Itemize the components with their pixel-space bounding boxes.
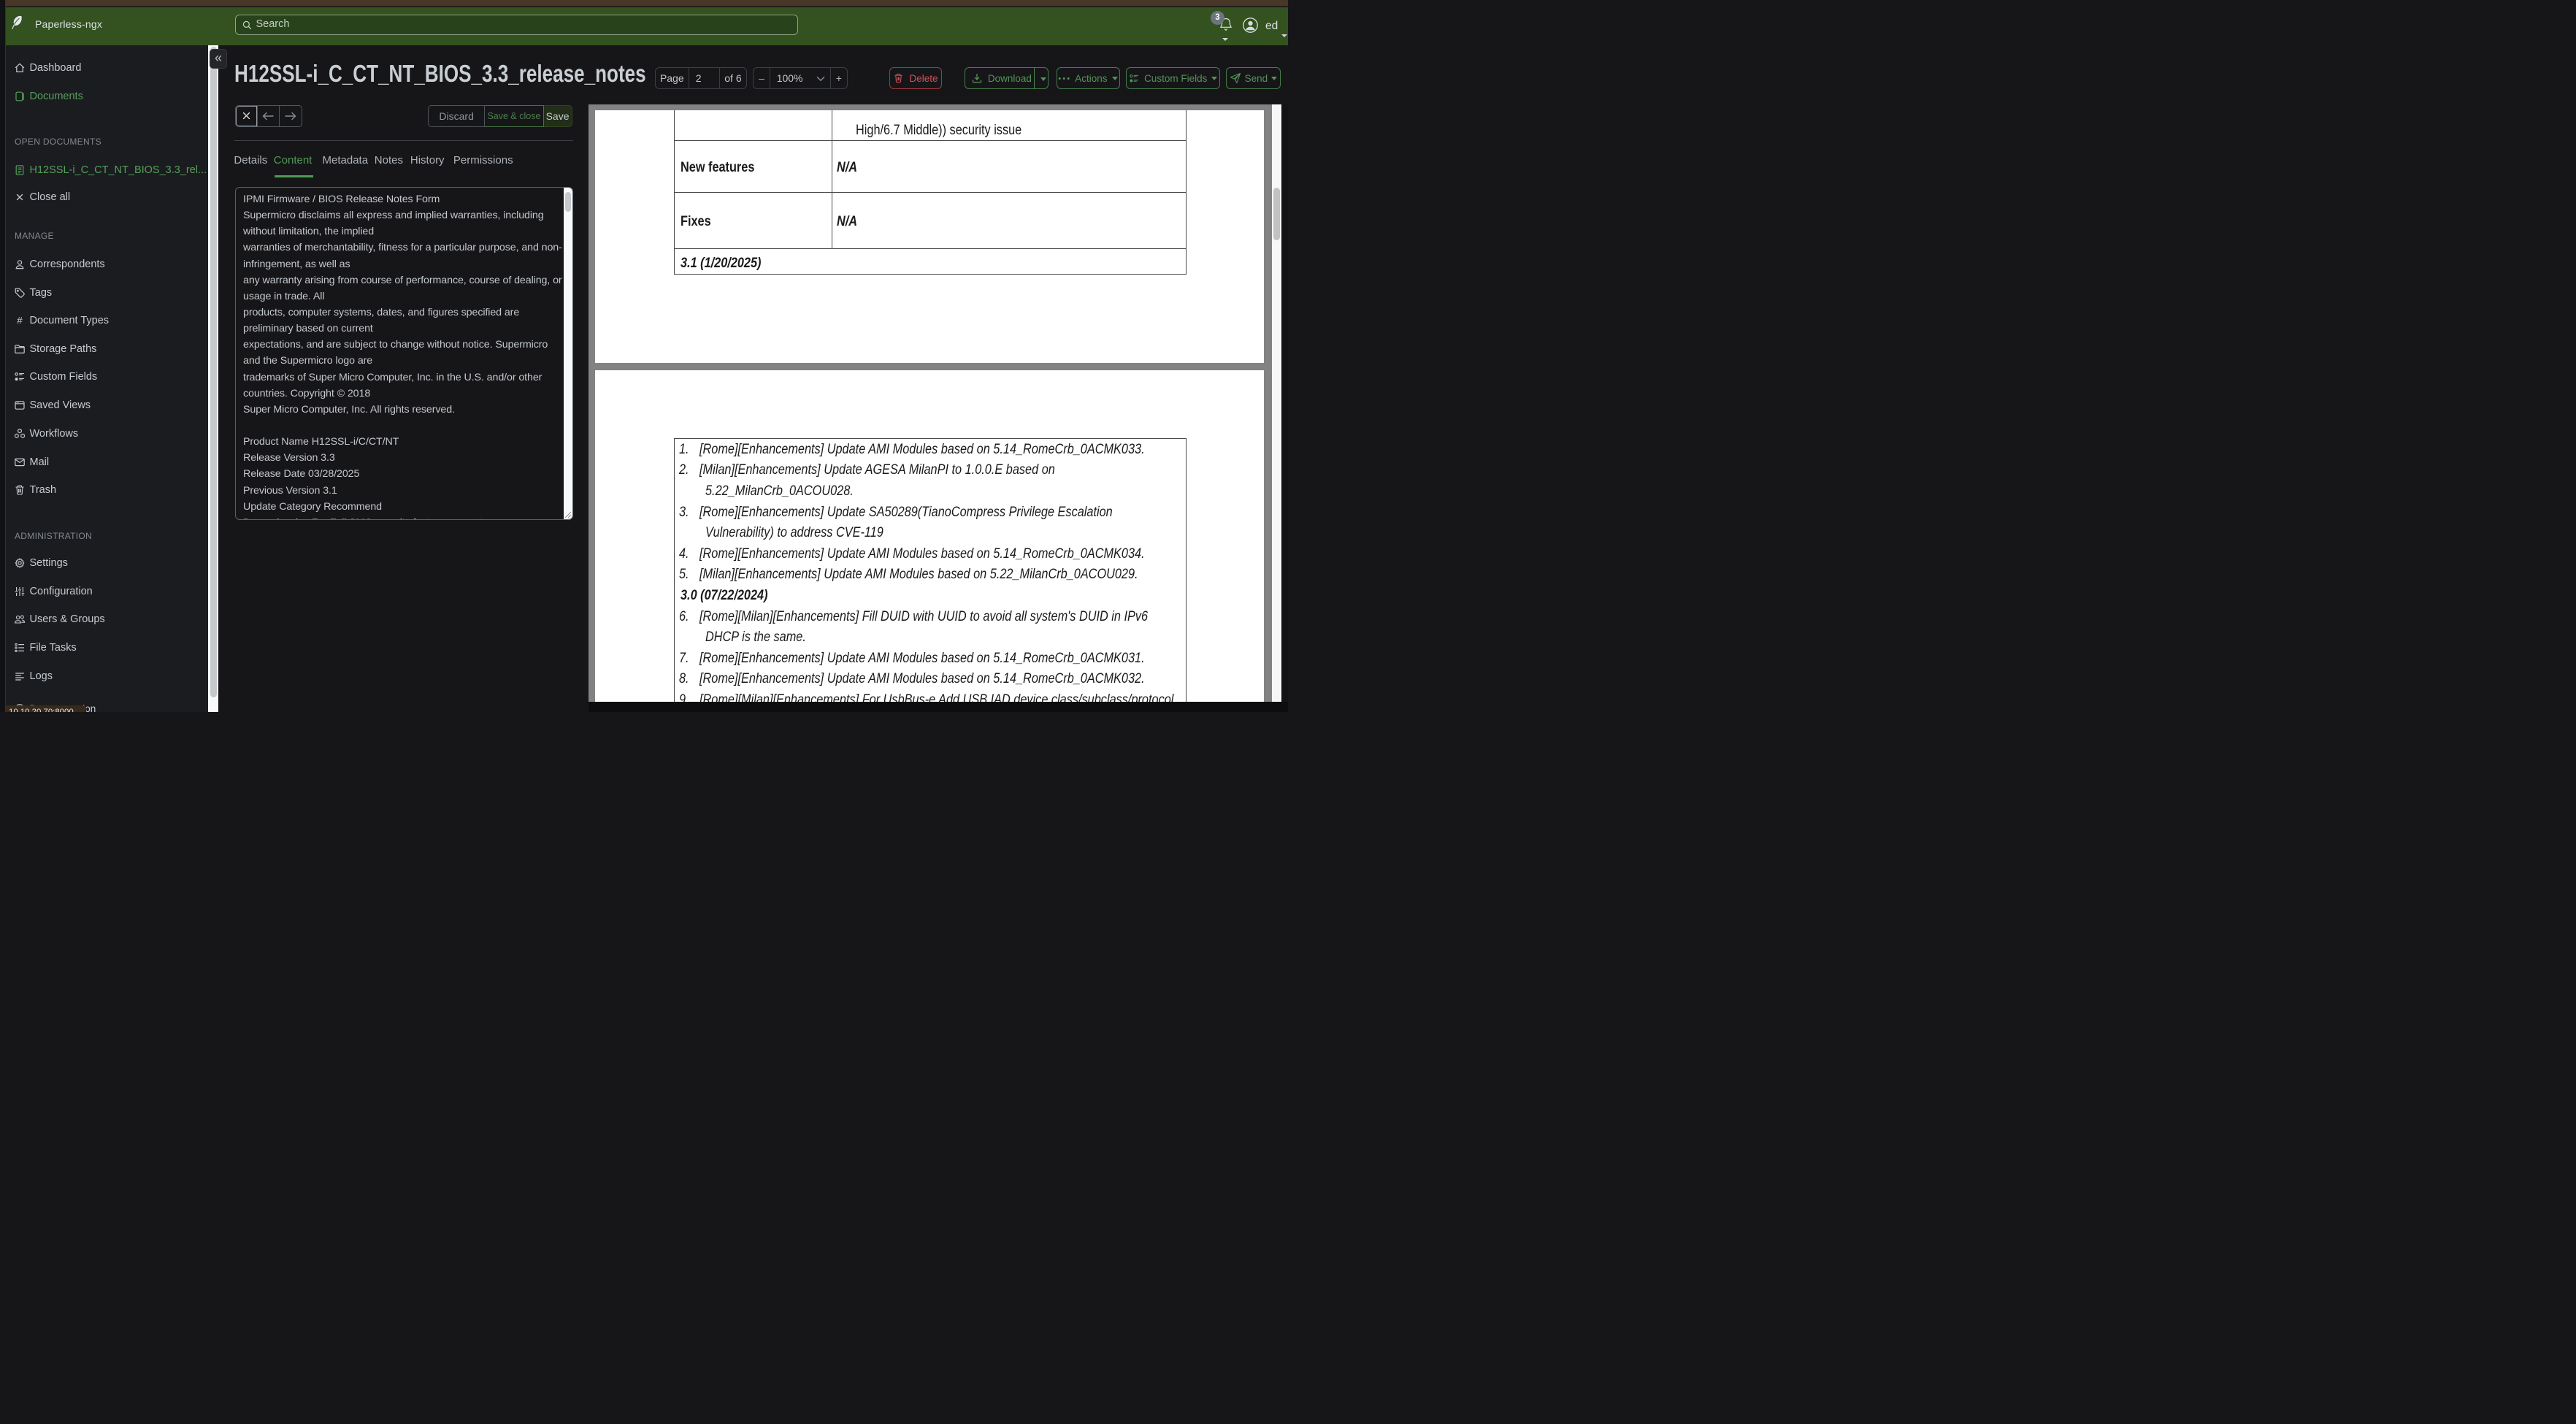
svg-text:#: # (17, 315, 23, 326)
